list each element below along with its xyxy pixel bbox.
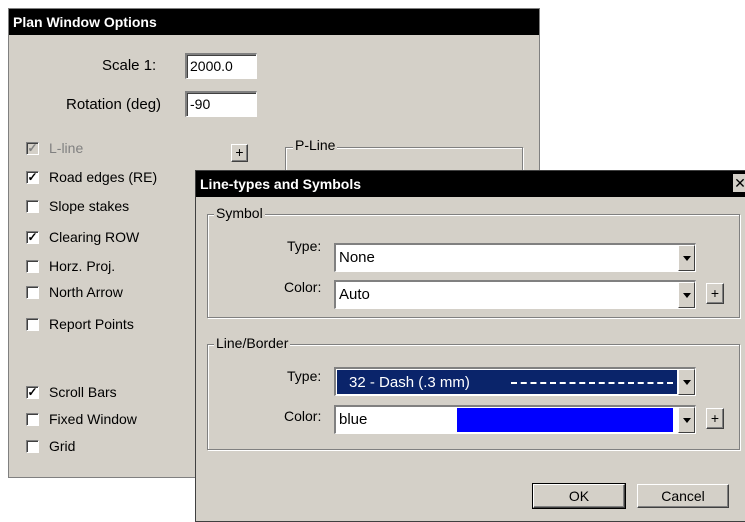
line-border-group-title: Line/Border — [214, 335, 291, 351]
lline-plus-button[interactable]: + — [231, 144, 248, 162]
dash-line-preview — [511, 382, 673, 384]
line-type-selection: 32 - Dash (.3 mm) — [337, 370, 677, 394]
line-types-title: Line-types and Symbols — [196, 171, 745, 197]
horz-proj-checkbox[interactable] — [26, 260, 39, 273]
line-color-plus-button[interactable]: + — [706, 408, 724, 429]
line-color-value: blue — [339, 411, 368, 428]
symbol-type-value: None — [339, 249, 375, 266]
line-border-group — [207, 344, 740, 450]
symbol-color-plus-button[interactable]: + — [706, 283, 724, 304]
clearing-row-label: Clearing ROW — [49, 229, 140, 245]
pline-group-title: P-Line — [293, 137, 338, 153]
symbol-group-title: Symbol — [214, 205, 265, 221]
line-color-label: Color: — [284, 408, 322, 424]
scroll-bars-checkbox[interactable]: ✓ — [26, 386, 39, 399]
line-type-label: Type: — [287, 368, 322, 384]
lline-label: L-line — [49, 140, 84, 156]
line-types-dialog: Line-types and Symbols ✕ Symbol Type: No… — [195, 170, 745, 522]
symbol-type-select[interactable]: None — [334, 243, 696, 272]
chevron-down-icon[interactable] — [678, 245, 695, 271]
symbol-color-value: Auto — [339, 286, 370, 303]
plan-window-title: Plan Window Options — [9, 9, 539, 35]
north-arrow-checkbox[interactable] — [26, 286, 39, 299]
chevron-down-icon[interactable] — [678, 407, 695, 433]
symbol-color-label: Color: — [284, 279, 322, 295]
report-points-checkbox[interactable] — [26, 318, 39, 331]
line-color-select[interactable]: blue — [334, 405, 696, 434]
horz-proj-label: Horz. Proj. — [49, 258, 116, 274]
grid-label: Grid — [49, 438, 76, 454]
rotation-input[interactable]: -90 — [185, 91, 257, 117]
report-points-label: Report Points — [49, 316, 134, 332]
rotation-label: Rotation (deg) — [66, 96, 162, 113]
fixed-window-checkbox[interactable] — [26, 413, 39, 426]
scroll-bars-label: Scroll Bars — [49, 384, 117, 400]
chevron-down-icon[interactable] — [678, 282, 695, 308]
line-type-value: 32 - Dash (.3 mm) — [349, 374, 470, 391]
ok-button[interactable]: OK — [533, 484, 625, 508]
symbol-type-label: Type: — [287, 238, 322, 254]
scale-input[interactable]: 2000.0 — [185, 53, 257, 79]
road-edges-label: Road edges (RE) — [49, 169, 158, 185]
color-swatch — [457, 408, 673, 432]
cancel-button[interactable]: Cancel — [637, 484, 729, 508]
slope-stakes-label: Slope stakes — [49, 198, 130, 214]
symbol-color-select[interactable]: Auto — [334, 280, 696, 309]
lline-checkbox[interactable]: ✓ — [26, 142, 39, 155]
close-icon[interactable]: ✕ — [733, 174, 745, 192]
clearing-row-checkbox[interactable]: ✓ — [26, 231, 39, 244]
chevron-down-icon[interactable] — [678, 369, 695, 395]
slope-stakes-checkbox[interactable] — [26, 200, 39, 213]
north-arrow-label: North Arrow — [49, 284, 123, 300]
line-type-select[interactable]: 32 - Dash (.3 mm) — [334, 367, 696, 396]
road-edges-checkbox[interactable]: ✓ — [26, 171, 39, 184]
grid-checkbox[interactable] — [26, 440, 39, 453]
fixed-window-label: Fixed Window — [49, 411, 137, 427]
scale-label: Scale 1: — [102, 57, 157, 74]
